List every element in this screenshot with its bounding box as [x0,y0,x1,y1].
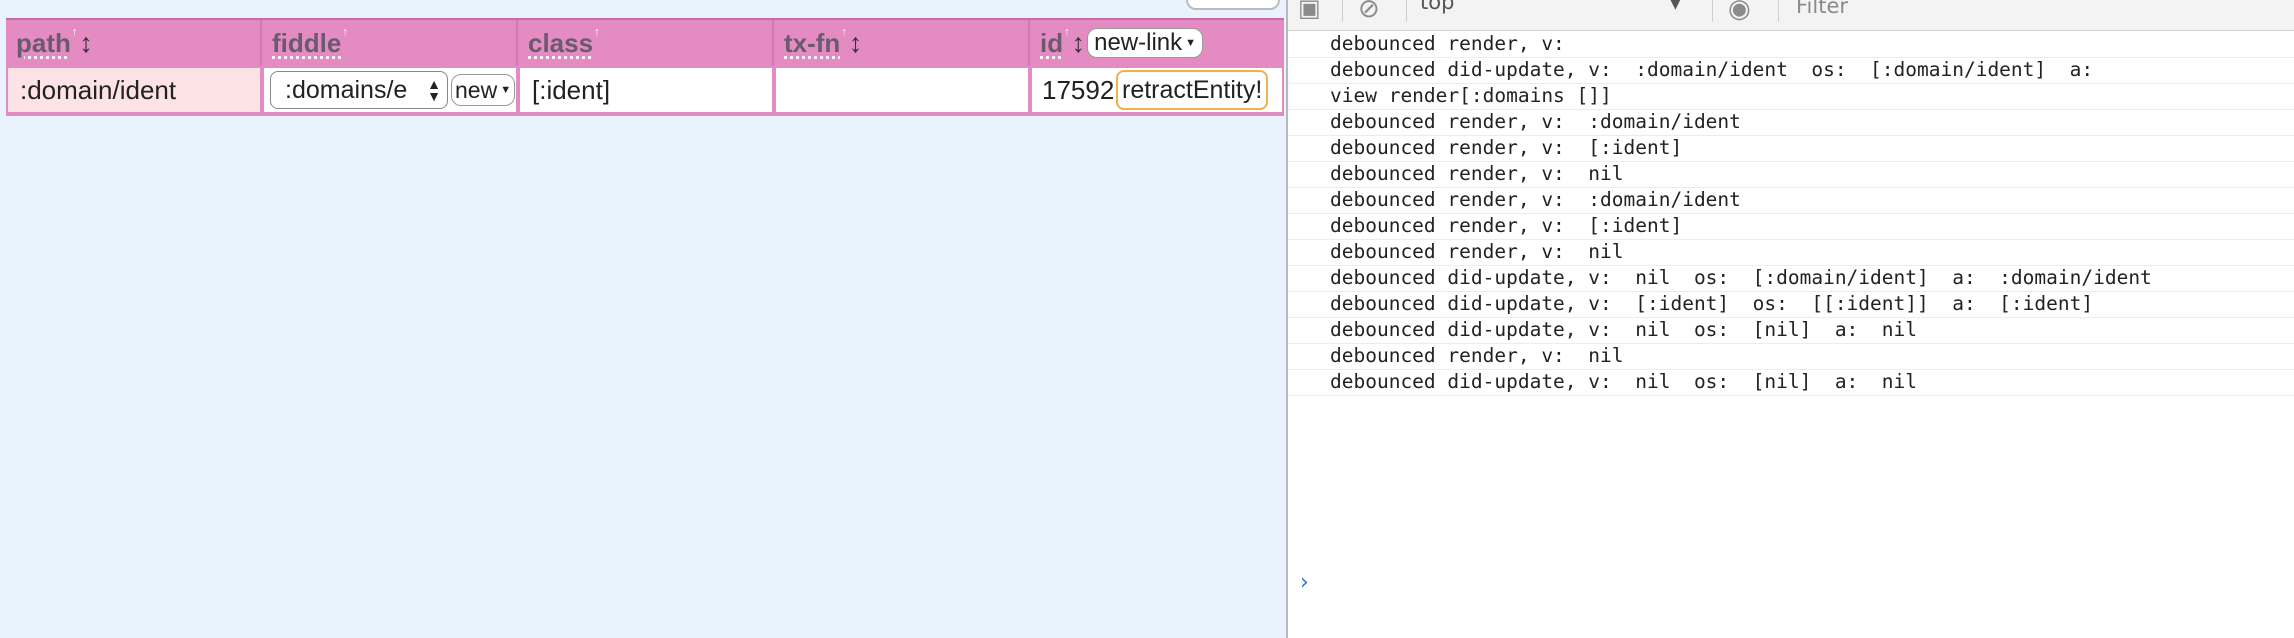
app-pane: path ↑ ↕ fiddle ↑ class ↑ tx-fn ↑ ↕ id ↑… [0,0,1286,638]
fiddle-cell: :domains/e ▲ ▼ new ▼ [264,66,518,114]
column-label[interactable]: class [528,28,593,59]
console-log-line: debounced render, v: :domain/ident [1288,188,2294,214]
path-value: :domain/ident [20,74,177,105]
fiddle-select[interactable]: :domains/e ▲ ▼ [270,71,448,109]
sidebar-toggle-icon[interactable]: ▣ [1298,0,1321,22]
column-label[interactable]: path [16,28,71,59]
console-log-line: debounced render, v: nil [1288,162,2294,188]
new-link-select[interactable]: new-link ▼ [1087,28,1204,58]
reorder-icon[interactable]: ↕ [1072,28,1086,59]
console-log-line: debounced did-update, v: [:ident] os: [[… [1288,292,2294,318]
devtools-console: ▣ ⊘ top ▼ ◉ debounced render, v:debounce… [1288,0,2294,638]
context-select-value: top [1420,0,1455,14]
fiddle-new-label: new [455,76,498,103]
id-cell: 17592 retractEntity! [1032,66,1284,114]
console-log-line: debounced render, v: :domain/ident [1288,110,2294,136]
console-prompt-icon[interactable]: › [1300,570,1309,595]
toolbar-divider [1342,0,1343,22]
sort-icon[interactable]: ↑ [841,26,847,38]
console-log-line: debounced did-update, v: nil os: [:domai… [1288,266,2294,292]
reorder-icon[interactable]: ↕ [79,28,93,59]
filter-input[interactable] [1796,0,2096,22]
toolbar-divider [1712,0,1713,22]
sort-icon[interactable]: ↑ [72,26,78,38]
fiddle-select-value: :domains/e [285,75,408,104]
select-stepper-icon: ▲ ▼ [427,76,441,104]
column-header-class[interactable]: class ↑ [518,20,774,66]
console-log-line: debounced render, v: [1288,32,2294,58]
eye-icon[interactable]: ◉ [1728,0,1751,24]
column-label[interactable]: tx-fn [784,28,840,59]
id-value: 17592 [1042,74,1115,105]
column-label[interactable]: fiddle [272,28,341,59]
retract-entity-button[interactable]: retractEntity! [1116,70,1269,110]
table-header-row: path ↑ ↕ fiddle ↑ class ↑ tx-fn ↑ ↕ id ↑… [6,18,1284,68]
column-header-tx-fn[interactable]: tx-fn ↑ ↕ [774,20,1030,66]
toolbar-divider [1778,0,1779,22]
column-label[interactable]: id [1040,28,1063,59]
clear-console-icon[interactable]: ⊘ [1358,0,1380,24]
dropdown-caret-icon: ▼ [500,84,512,96]
console-log-line: debounced render, v: nil [1288,344,2294,370]
console-log-line: debounced did-update, v: nil os: [nil] a… [1288,318,2294,344]
app-top-strip [0,0,1286,10]
context-select[interactable]: top ▼ [1420,0,1690,22]
dropdown-caret-icon: ▼ [1185,37,1197,49]
class-value: [:ident] [532,74,611,105]
path-cell: :domain/ident [6,66,262,114]
toolbar-divider [1406,0,1407,22]
table-row: :domain/ident :domains/e ▲ ▼ new ▼ [:iden… [6,66,1284,116]
column-header-path[interactable]: path ↑ ↕ [6,20,262,66]
console-log-line: debounced render, v: [:ident] [1288,214,2294,240]
reorder-icon[interactable]: ↕ [849,28,863,59]
console-log-line: debounced did-update, v: :domain/ident o… [1288,58,2294,84]
console-log-line: debounced render, v: [:ident] [1288,136,2294,162]
class-cell: [:ident] [520,66,774,114]
fiddle-new-select[interactable]: new ▼ [451,74,516,106]
sort-icon[interactable]: ↑ [342,26,348,38]
top-clipped-button[interactable] [1186,0,1280,10]
tx-fn-cell [776,66,1030,114]
column-header-fiddle[interactable]: fiddle ↑ [262,20,518,66]
sort-icon[interactable]: ↑ [594,26,600,38]
column-header-id[interactable]: id ↑ ↕ new-link ▼ [1030,20,1284,66]
console-log-line: view render[:domains []] [1288,84,2294,110]
new-link-label: new-link [1094,29,1183,56]
console-log-line: debounced did-update, v: nil os: [nil] a… [1288,370,2294,396]
console-log-line: debounced render, v: nil [1288,240,2294,266]
console-toolbar: ▣ ⊘ top ▼ ◉ [1288,0,2294,31]
dropdown-caret-icon: ▼ [1670,0,1681,12]
sort-icon[interactable]: ↑ [1064,26,1070,38]
